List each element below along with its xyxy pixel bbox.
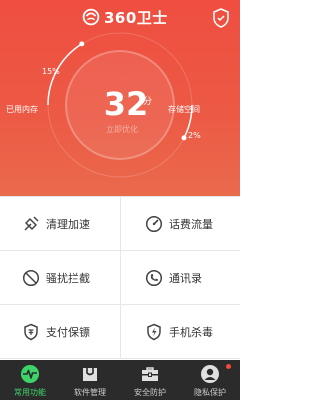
storage-percent: 2% xyxy=(188,131,201,140)
memory-marker xyxy=(79,41,85,47)
bag-icon xyxy=(83,368,97,381)
feature-label: 手机杀毒 xyxy=(169,326,213,339)
feature-harassment-block[interactable]: 骚扰拦截 xyxy=(0,251,120,305)
speedometer-icon xyxy=(145,215,163,233)
feature-data-usage[interactable]: 话费流量 xyxy=(120,197,240,251)
feature-label: 通讯录 xyxy=(169,272,202,285)
feature-contacts[interactable]: 通讯录 xyxy=(120,251,240,305)
antivirus-shield-icon xyxy=(147,323,161,341)
tab-common-functions[interactable]: 常用功能 xyxy=(0,360,60,400)
phone-icon xyxy=(145,269,163,287)
feature-antivirus[interactable]: 手机杀毒 xyxy=(120,305,240,359)
tab-privacy-protection[interactable]: 隐私保护 xyxy=(180,360,240,400)
pulse-icon xyxy=(21,365,39,383)
feature-label: 话费流量 xyxy=(169,218,213,231)
tab-security-protection[interactable]: 安全防护 xyxy=(120,360,180,400)
storage-marker xyxy=(181,135,187,141)
bottom-tab-bar: 常用功能 软件管理 安全防护 隐私保护 xyxy=(0,360,240,400)
tab-label: 安全防护 xyxy=(134,388,166,397)
score-unit: 分 xyxy=(143,97,153,107)
privacy-badge xyxy=(226,364,231,369)
privacy-person-icon xyxy=(201,365,219,383)
payment-shield-icon xyxy=(24,323,38,341)
broom-icon xyxy=(24,216,39,231)
memory-percent: 15% xyxy=(42,67,60,76)
status-panel: 360卫士 32 分 立即优化 15% 已用内存 存储空间 2% xyxy=(0,0,240,196)
tab-label: 隐私保护 xyxy=(194,388,226,397)
feature-grid: 清理加速 话费流量 骚扰拦截 通讯录 支付保镖 手机杀毒 xyxy=(0,196,240,360)
block-icon xyxy=(22,269,40,287)
feature-label: 骚扰拦截 xyxy=(46,272,90,285)
tab-label: 常用功能 xyxy=(14,388,46,397)
toolbox-icon xyxy=(142,367,158,381)
optimize-button[interactable]: 立即优化 xyxy=(96,124,148,135)
storage-label: 存储空间 xyxy=(168,105,200,114)
feature-payment-guard[interactable]: 支付保镖 xyxy=(0,305,120,359)
memory-label: 已用内存 xyxy=(6,105,38,114)
tab-label: 软件管理 xyxy=(74,388,106,397)
feature-clean-speedup[interactable]: 清理加速 xyxy=(0,197,120,251)
tab-software-manager[interactable]: 软件管理 xyxy=(60,360,120,400)
feature-label: 清理加速 xyxy=(46,218,90,231)
feature-label: 支付保镖 xyxy=(46,326,90,339)
